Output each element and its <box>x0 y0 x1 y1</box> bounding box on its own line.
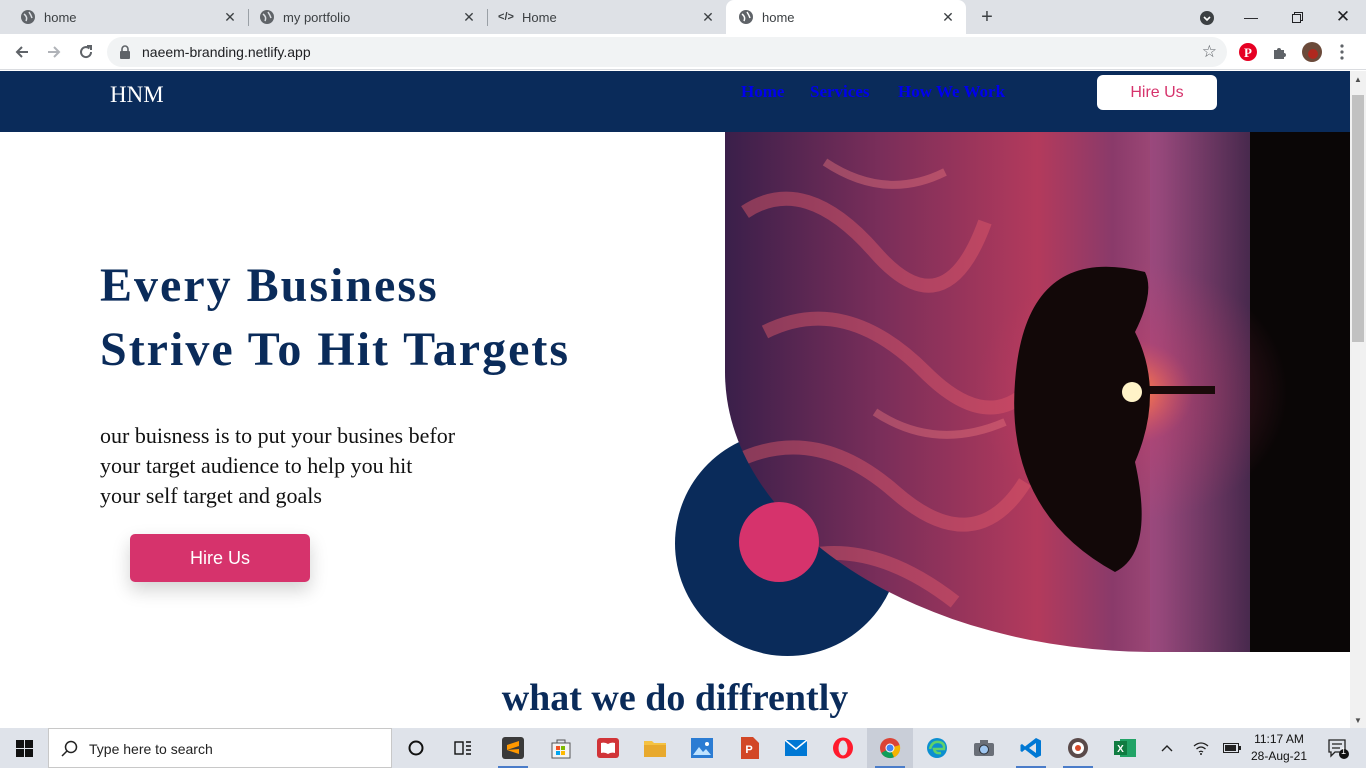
minimize-button[interactable]: — <box>1228 0 1274 34</box>
clock-time: 11:17 AM <box>1254 732 1304 746</box>
tab-title: Home <box>522 9 557 25</box>
close-icon[interactable]: ✕ <box>459 7 479 27</box>
tab-4-active[interactable]: home ✕ <box>726 0 966 34</box>
close-icon[interactable]: ✕ <box>220 7 240 27</box>
show-hidden-icons-chevron-up-icon[interactable] <box>1156 728 1178 768</box>
hire-us-nav-button[interactable]: Hire Us <box>1097 75 1217 110</box>
tab-2[interactable]: my portfolio ✕ <box>239 0 487 34</box>
website-viewport: HNM Home Services How We Work Hire Us Ev… <box>0 71 1350 728</box>
hire-us-hero-button[interactable]: Hire Us <box>130 534 310 582</box>
search-placeholder: Type here to search <box>89 741 213 757</box>
hero-title-line-2: Strive To Hit Targets <box>100 323 571 376</box>
hero-title-line-1: Every Business <box>100 259 439 312</box>
sublime-text-icon[interactable] <box>490 728 536 768</box>
url-text: naeem-branding.netlify.app <box>142 44 311 60</box>
tab-strip: home ✕ my portfolio ✕ </> Home ✕ home ✕ … <box>0 0 1366 34</box>
close-icon[interactable]: ✕ <box>698 7 718 27</box>
svg-text:P: P <box>1244 45 1252 60</box>
new-tab-button[interactable]: + <box>975 5 999 29</box>
code-icon: </> <box>498 11 514 23</box>
restore-button[interactable] <box>1274 0 1320 34</box>
file-explorer-icon[interactable] <box>632 728 678 768</box>
camera-icon[interactable] <box>961 728 1007 768</box>
menu-kebab-icon[interactable] <box>1332 42 1352 62</box>
globe-icon <box>20 9 36 25</box>
edge-icon[interactable] <box>914 728 960 768</box>
opera-icon[interactable] <box>820 728 866 768</box>
page-scrollbar[interactable]: ▲ ▼ <box>1350 71 1366 728</box>
tab-title: home <box>762 9 795 25</box>
svg-text:P: P <box>745 744 752 756</box>
vscode-icon[interactable] <box>1008 728 1054 768</box>
scroll-up-arrow-icon[interactable]: ▲ <box>1350 71 1366 87</box>
hero-title: Every Business Strive To Hit Targets <box>100 254 570 382</box>
decorative-pink-circle <box>739 502 819 582</box>
globe-icon <box>738 9 754 25</box>
task-view-icon[interactable] <box>440 728 486 768</box>
photos-icon[interactable] <box>679 728 725 768</box>
powerpoint-icon[interactable]: P <box>726 728 772 768</box>
screen: home ✕ my portfolio ✕ </> Home ✕ home ✕ … <box>0 0 1366 768</box>
notification-center-icon[interactable]: 1 <box>1322 728 1354 768</box>
media-icon[interactable] <box>1055 728 1101 768</box>
clock-date: 28-Aug-21 <box>1250 749 1308 763</box>
wifi-icon[interactable] <box>1190 728 1212 768</box>
back-icon[interactable] <box>8 38 36 66</box>
system-clock[interactable]: 11:17 AM 28-Aug-21 <box>1244 731 1314 765</box>
battery-icon[interactable] <box>1221 728 1243 768</box>
tab-1[interactable]: home ✕ <box>0 0 248 34</box>
close-window-button[interactable]: ✕ <box>1320 0 1366 34</box>
search-icon <box>61 740 78 762</box>
pinterest-icon[interactable]: P <box>1238 42 1258 62</box>
tab-title: home <box>44 9 77 25</box>
nav-link-how-we-work[interactable]: How We Work <box>898 82 1005 102</box>
forward-icon[interactable] <box>40 38 68 66</box>
lock-icon <box>119 45 133 59</box>
nav-link-services[interactable]: Services <box>810 82 869 102</box>
close-icon[interactable]: ✕ <box>938 7 958 27</box>
site-navbar: HNM Home Services How We Work Hire Us <box>0 71 1350 132</box>
hero-description-line-2: your target audience to help you hit <box>100 453 413 478</box>
section-title: what we do diffrently <box>501 677 849 719</box>
reader-icon[interactable] <box>585 728 631 768</box>
cortana-icon[interactable] <box>393 728 439 768</box>
hero-description-line-3: your self target and goals <box>100 483 322 508</box>
site-logo[interactable]: HNM <box>110 82 164 108</box>
tab-3[interactable]: </> Home ✕ <box>478 0 726 34</box>
chrome-icon[interactable] <box>867 728 913 768</box>
reload-icon[interactable] <box>72 38 100 66</box>
svg-text:X: X <box>1117 744 1124 755</box>
notification-count: 1 <box>1341 746 1347 756</box>
mail-icon[interactable] <box>773 728 819 768</box>
hero-description: our buisness is to put your busines befo… <box>100 421 520 511</box>
browser-toolbar: naeem-branding.netlify.app ☆ P <box>0 34 1366 70</box>
address-bar[interactable]: naeem-branding.netlify.app ☆ <box>107 37 1227 67</box>
nav-link-home[interactable]: Home <box>741 82 784 102</box>
microsoft-store-icon[interactable] <box>538 728 584 768</box>
extensions-puzzle-icon[interactable] <box>1270 42 1290 62</box>
windows-taskbar: Type here to search P X 11:17 AM 28-Aug-… <box>0 728 1366 768</box>
tab-title: my portfolio <box>283 9 351 25</box>
windows-start-icon[interactable] <box>0 728 48 768</box>
tab-search-icon[interactable] <box>1197 8 1217 28</box>
bookmark-star-icon[interactable]: ☆ <box>1202 42 1217 62</box>
scroll-thumb[interactable] <box>1352 95 1364 342</box>
profile-avatar[interactable] <box>1302 42 1322 62</box>
scroll-down-arrow-icon[interactable]: ▼ <box>1350 712 1366 728</box>
globe-icon <box>259 9 275 25</box>
taskbar-search-box[interactable]: Type here to search <box>48 728 392 768</box>
hero-description-line-1: our buisness is to put your busines befo… <box>100 423 456 448</box>
excel-icon[interactable]: X <box>1102 728 1148 768</box>
